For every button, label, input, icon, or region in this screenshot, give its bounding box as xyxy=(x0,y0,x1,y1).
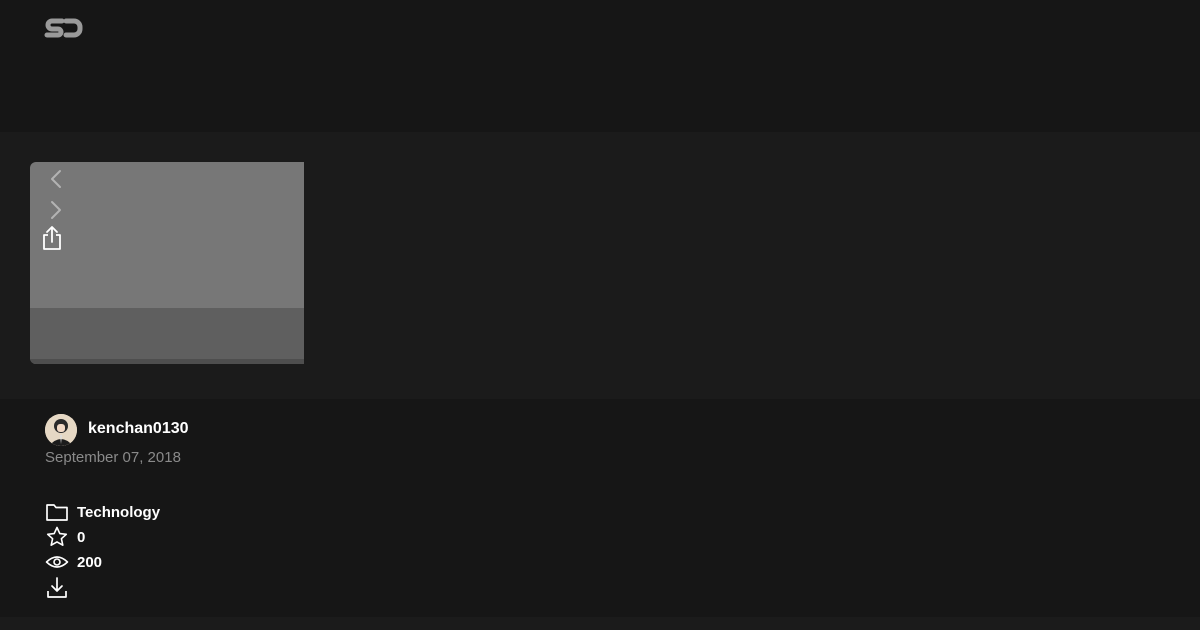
talk-meta: kenchan0130 September 07, 2018 Technolog… xyxy=(0,399,1200,617)
publish-date: September 07, 2018 xyxy=(45,449,181,466)
eye-icon xyxy=(45,550,69,574)
chevron-right-icon xyxy=(46,198,66,222)
view-count-row: 200 xyxy=(45,550,102,574)
view-count: 200 xyxy=(77,553,103,571)
share-icon xyxy=(40,224,64,252)
footer-strip xyxy=(0,617,1200,630)
slide-preview[interactable] xyxy=(30,162,304,364)
star-count: 0 xyxy=(77,528,86,546)
speakerdeck-logo-icon[interactable] xyxy=(44,16,84,42)
slide-viewer xyxy=(0,132,1200,399)
category-link[interactable]: Technology xyxy=(45,500,160,524)
slide-footer-band xyxy=(30,308,304,359)
chevron-left-icon xyxy=(46,167,66,191)
category-label: Technology xyxy=(77,503,161,521)
author-name[interactable]: kenchan0130 xyxy=(88,419,189,439)
previous-slide-button[interactable] xyxy=(46,167,66,191)
slide-bottom-edge xyxy=(30,359,304,364)
download-icon xyxy=(45,576,69,600)
next-slide-button[interactable] xyxy=(46,198,66,222)
site-header xyxy=(0,0,1200,132)
folder-icon xyxy=(45,500,69,524)
star-icon xyxy=(45,525,69,549)
avatar[interactable] xyxy=(45,414,77,446)
share-button[interactable] xyxy=(40,224,64,252)
download-button[interactable] xyxy=(45,576,69,600)
star-button[interactable]: 0 xyxy=(45,525,85,549)
